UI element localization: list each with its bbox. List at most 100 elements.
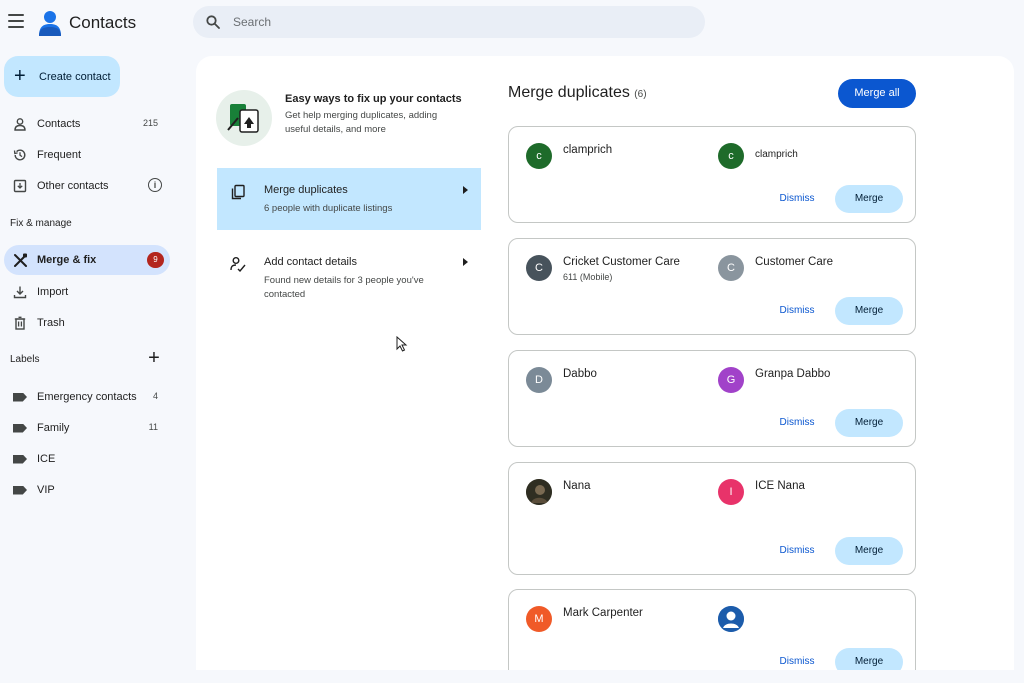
trash-icon bbox=[12, 315, 28, 331]
duplicate-card: M Mark Carpenter Dismiss Merge bbox=[508, 589, 916, 670]
create-contact-button[interactable]: + Create contact bbox=[4, 56, 120, 97]
avatar: M bbox=[526, 606, 552, 632]
contact-name: clamprich bbox=[755, 149, 798, 160]
contacts-logo-icon bbox=[39, 11, 61, 36]
merge-duplicates-title: Merge duplicates bbox=[264, 184, 348, 196]
add-contact-details-title: Add contact details bbox=[264, 256, 357, 268]
copy-icon bbox=[231, 184, 245, 200]
merge-all-button[interactable]: Merge all bbox=[838, 79, 916, 108]
contact-name: Granpa Dabbo bbox=[755, 368, 831, 380]
label-icon bbox=[12, 420, 28, 436]
sidebar-item-label: Other contacts bbox=[37, 180, 109, 192]
merge-fix-badge: 9 bbox=[147, 252, 164, 268]
main-menu-icon[interactable] bbox=[8, 14, 24, 28]
mouse-cursor-icon bbox=[396, 336, 408, 352]
sidebar-item-import[interactable]: Import bbox=[4, 277, 170, 307]
sidebar-item-other-contacts[interactable]: Other contacts i bbox=[4, 171, 170, 201]
search-bar[interactable] bbox=[193, 6, 705, 38]
search-input[interactable] bbox=[233, 6, 673, 38]
person-edit-icon bbox=[230, 257, 246, 272]
label-count: 11 bbox=[148, 422, 158, 432]
sidebar-item-label: Frequent bbox=[37, 149, 82, 161]
add-contact-details-subtitle: Found new details for 3 people you've co… bbox=[264, 275, 424, 300]
contact-name: Customer Care bbox=[755, 256, 833, 268]
duplicate-card: C Cricket Customer Care 611 (Mobile) C C… bbox=[508, 238, 916, 335]
merge-button[interactable]: Merge bbox=[835, 648, 903, 670]
labels-heading: Labels bbox=[10, 354, 40, 365]
dismiss-button[interactable]: Dismiss bbox=[772, 412, 822, 434]
sidebar-label-emergency-contacts[interactable]: Emergency contacts 4 bbox=[4, 382, 170, 412]
merge-duplicates-heading: Merge duplicates (6) bbox=[508, 84, 647, 102]
default-avatar-icon bbox=[718, 606, 744, 632]
sidebar-label-vip[interactable]: VIP bbox=[4, 475, 170, 505]
contact-name: clamprich bbox=[563, 144, 613, 156]
sidebar-item-merge-fix[interactable]: Merge & fix 9 bbox=[4, 245, 170, 275]
sidebar-item-label: Contacts bbox=[37, 118, 81, 130]
add-contact-details-option[interactable]: Add contact details Found new details fo… bbox=[217, 240, 481, 302]
sidebar-item-label: Family bbox=[37, 422, 70, 434]
tools-icon bbox=[12, 252, 28, 268]
sidebar-item-label: Emergency contacts bbox=[37, 391, 137, 403]
merge-button[interactable]: Merge bbox=[835, 409, 903, 437]
merge-heading-count: (6) bbox=[634, 89, 647, 100]
sidebar-item-label: Trash bbox=[37, 317, 65, 329]
sidebar-label-family[interactable]: Family 11 bbox=[4, 413, 170, 443]
avatar: I bbox=[718, 479, 744, 505]
arrow-right-icon bbox=[463, 258, 468, 266]
add-label-icon[interactable]: + bbox=[145, 348, 163, 368]
arrow-right-icon bbox=[463, 186, 468, 194]
label-count: 4 bbox=[152, 391, 158, 401]
merge-button[interactable]: Merge bbox=[835, 297, 903, 325]
contact-name: Mark Carpenter bbox=[563, 607, 643, 619]
avatar: c bbox=[718, 143, 744, 169]
merge-duplicates-option[interactable]: Merge duplicates 6 people with duplicate… bbox=[217, 168, 481, 230]
sidebar-item-label: VIP bbox=[37, 484, 55, 496]
fix-manage-heading: Fix & manage bbox=[10, 218, 72, 229]
fix-illustration bbox=[216, 90, 272, 146]
person-icon bbox=[12, 116, 28, 132]
contact-name: Dabbo bbox=[563, 368, 597, 380]
create-contact-label: Create contact bbox=[39, 71, 111, 83]
sidebar-label-ice[interactable]: ICE bbox=[4, 444, 170, 474]
sidebar-item-label: ICE bbox=[37, 453, 56, 465]
label-icon bbox=[12, 482, 28, 498]
top-bar: Contacts bbox=[0, 0, 1024, 46]
avatar: D bbox=[526, 367, 552, 393]
avatar: C bbox=[718, 255, 744, 281]
label-icon bbox=[12, 389, 28, 405]
contacts-count: 215 bbox=[142, 118, 158, 128]
search-icon[interactable] bbox=[206, 15, 220, 29]
avatar: G bbox=[718, 367, 744, 393]
plus-icon: + bbox=[14, 65, 26, 87]
dismiss-button[interactable]: Dismiss bbox=[772, 651, 822, 670]
duplicate-card: Nana I ICE Nana Dismiss Merge bbox=[508, 462, 916, 575]
duplicate-card: c clamprich c clamprich Dismiss Merge bbox=[508, 126, 916, 223]
duplicate-card: D Dabbo G Granpa Dabbo Dismiss Merge bbox=[508, 350, 916, 447]
dismiss-button[interactable]: Dismiss bbox=[772, 540, 822, 562]
contact-name: Nana bbox=[563, 480, 591, 492]
merge-duplicates-subtitle: 6 people with duplicate listings bbox=[264, 203, 393, 214]
merge-heading-text: Merge duplicates bbox=[508, 84, 630, 101]
avatar: c bbox=[526, 143, 552, 169]
intro-title: Easy ways to fix up your contacts bbox=[285, 93, 462, 105]
merge-button[interactable]: Merge bbox=[835, 537, 903, 565]
sidebar-item-contacts[interactable]: Contacts 215 bbox=[4, 109, 170, 139]
main-panel: Easy ways to fix up your contacts Get he… bbox=[196, 56, 1014, 670]
intro-subtitle: Get help merging duplicates, adding usef… bbox=[285, 110, 438, 135]
dismiss-button[interactable]: Dismiss bbox=[772, 300, 822, 322]
dismiss-button[interactable]: Dismiss bbox=[772, 188, 822, 210]
sidebar-item-label: Merge & fix bbox=[37, 254, 97, 266]
contact-phone: 611 (Mobile) bbox=[563, 272, 613, 282]
import-icon bbox=[12, 284, 28, 300]
avatar: C bbox=[526, 255, 552, 281]
sidebar-item-label: Import bbox=[37, 286, 69, 298]
sidebar-item-trash[interactable]: Trash bbox=[4, 308, 170, 338]
sidebar-item-frequent[interactable]: Frequent bbox=[4, 140, 170, 170]
download-box-icon bbox=[12, 178, 28, 194]
history-icon bbox=[12, 147, 28, 163]
app-title: Contacts bbox=[69, 13, 137, 32]
merge-button[interactable]: Merge bbox=[835, 185, 903, 213]
info-icon[interactable]: i bbox=[148, 178, 162, 192]
contact-name: Cricket Customer Care bbox=[563, 256, 680, 268]
contact-name: ICE Nana bbox=[755, 480, 805, 492]
